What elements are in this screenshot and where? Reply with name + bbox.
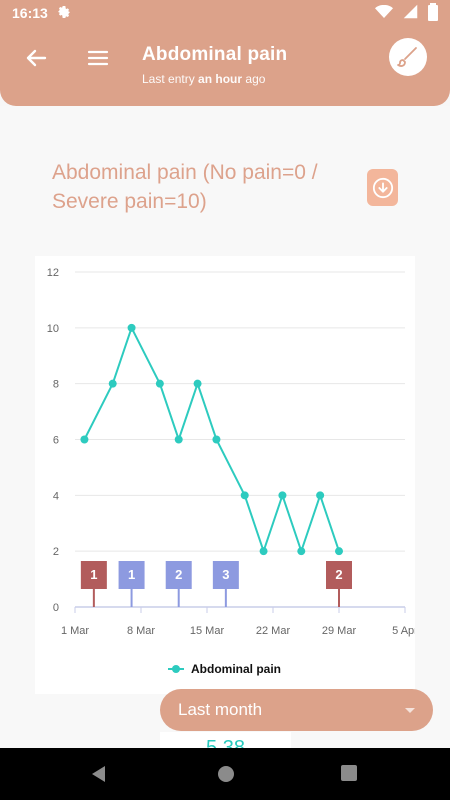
y-tick-label: 8 <box>53 379 59 391</box>
page-title: Abdominal pain <box>142 44 288 65</box>
android-navigation-bar <box>0 748 450 800</box>
data-point <box>335 547 343 556</box>
edit-button[interactable] <box>389 38 427 76</box>
recents-square-icon <box>341 765 357 781</box>
event-marker-label: 3 <box>222 567 229 582</box>
last-entry-time: an hour <box>198 72 243 86</box>
x-tick-label: 15 Mar <box>190 625 225 637</box>
data-point <box>259 547 268 556</box>
data-point <box>127 323 136 332</box>
settings-icon <box>56 4 72 23</box>
chart-card: 0 2 4 6 8 10 12 1 Mar 8 Mar 15 Mar 22 Mar 29 Mar 5 A… <box>35 256 418 694</box>
last-entry-prefix: Last entry <box>142 72 195 86</box>
back-button[interactable] <box>18 40 54 76</box>
data-point <box>174 435 183 444</box>
x-tick-label: 8 Mar <box>127 625 155 637</box>
menu-button[interactable] <box>80 40 116 76</box>
dropdown-caret-icon <box>405 708 415 713</box>
nav-back-button[interactable] <box>89 764 109 784</box>
download-icon <box>372 177 393 198</box>
y-tick-label: 12 <box>47 267 59 279</box>
time-range-dropdown[interactable]: Last month <box>160 689 433 731</box>
y-tick-label: 4 <box>53 490 59 502</box>
event-marker-label: 2 <box>175 567 182 582</box>
event-marker-label: 1 <box>90 567 97 582</box>
event-marker-label: 2 <box>335 567 342 582</box>
data-point <box>108 379 117 388</box>
pain-line-chart: 0246810121 Mar 8 Mar 15 Mar 22 Mar 29 Mar 5 A… <box>47 267 418 676</box>
average-stat: 5.38 <box>160 732 291 748</box>
event-marker-label: 1 <box>128 567 135 582</box>
app-bar: Abdominal pain Last entry an hour ago <box>0 26 450 106</box>
menu-icon <box>87 50 109 66</box>
data-point <box>193 379 202 388</box>
y-tick-label: 0 <box>53 602 59 614</box>
signal-icon <box>403 4 418 22</box>
data-point <box>240 491 249 500</box>
last-entry-suffix: ago <box>245 72 266 86</box>
home-circle-icon <box>218 766 234 782</box>
x-tick-label: 22 Mar <box>256 625 291 637</box>
y-tick-label: 10 <box>47 323 59 335</box>
brush-icon <box>397 47 417 67</box>
main-content: Abdominal pain (No pain=0 / Severe pain=… <box>0 106 450 748</box>
data-point <box>278 491 287 500</box>
data-point <box>297 547 306 556</box>
status-icons <box>375 2 438 24</box>
time-range-selected: Last month <box>178 700 263 719</box>
x-tick-label: 5 Apr <box>392 625 415 637</box>
x-tick-label: 29 Mar <box>322 625 357 637</box>
last-entry-text: Last entry an hour ago <box>142 72 287 86</box>
chart-heading: Abdominal pain (No pain=0 / Severe pain=… <box>52 161 318 213</box>
x-tick-label: 1 Mar <box>61 625 89 637</box>
data-point <box>316 491 325 500</box>
wifi-icon <box>375 4 393 22</box>
legend-point <box>172 665 180 673</box>
data-point <box>212 435 221 444</box>
back-arrow-icon <box>26 49 47 67</box>
title-block: Abdominal pain Last entry an hour ago <box>142 44 287 86</box>
y-tick-label: 2 <box>53 546 59 558</box>
data-point <box>155 379 164 388</box>
clock: 16:13 <box>12 5 48 21</box>
status-bar: 16:13 <box>0 0 450 26</box>
back-triangle-icon <box>92 766 105 782</box>
nav-home-button[interactable] <box>216 764 236 784</box>
legend-label: Abdominal pain <box>191 662 281 676</box>
y-tick-label: 6 <box>53 435 59 447</box>
battery-icon <box>428 2 438 24</box>
download-button[interactable] <box>367 169 398 206</box>
average-value: 5.38 <box>206 737 245 748</box>
data-point <box>80 435 89 444</box>
nav-recents-button[interactable] <box>340 764 360 784</box>
